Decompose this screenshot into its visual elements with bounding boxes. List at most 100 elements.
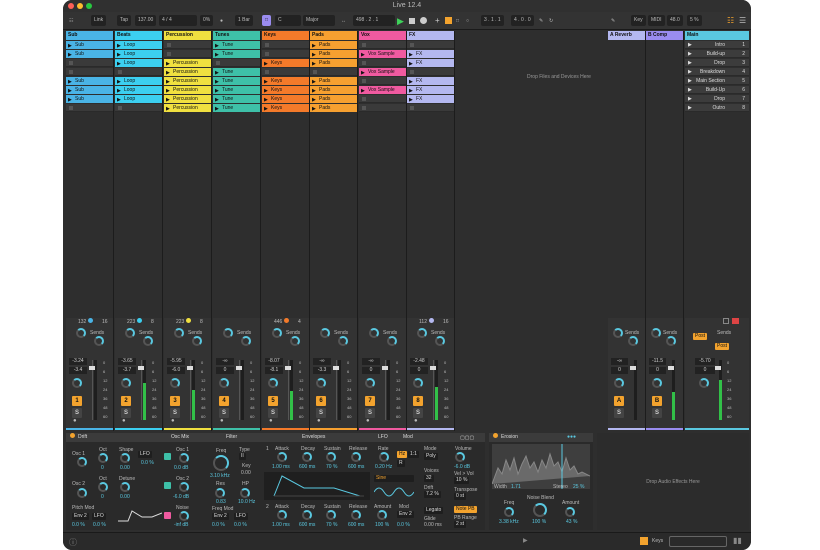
- volume-readout[interactable]: -∞: [362, 358, 380, 365]
- return-activator-button[interactable]: A: [614, 396, 624, 406]
- main-track-header[interactable]: Main: [685, 31, 749, 40]
- send-b-knob[interactable]: [387, 336, 397, 346]
- main-volume-readout[interactable]: -5.70: [695, 358, 715, 365]
- freq-mod-amount-1[interactable]: 0.0 %: [212, 522, 225, 528]
- clip-play-icon[interactable]: ▶: [166, 105, 170, 112]
- track-activator-button[interactable]: 5: [268, 396, 278, 406]
- clip-slot[interactable]: ▶ Tune: [213, 86, 260, 94]
- empty-clip-slot[interactable]: [115, 68, 162, 76]
- clip-slot[interactable]: ▶ Pads: [310, 59, 357, 67]
- clip-slot[interactable]: ▶ Percussion: [164, 95, 211, 103]
- main-window-icon[interactable]: [723, 318, 729, 324]
- clip-play-icon[interactable]: ▶: [215, 96, 219, 103]
- empty-clip-slot[interactable]: [164, 41, 211, 49]
- clip-stop-icon[interactable]: [362, 43, 366, 47]
- clip-slot[interactable]: ▶ Tune: [213, 68, 260, 76]
- scene-launch-icon[interactable]: ▶: [688, 50, 692, 58]
- osc1-shape-selector[interactable]: [77, 457, 87, 467]
- clip-play-icon[interactable]: ▶: [68, 96, 72, 103]
- clip-slot[interactable]: ▶ Pads: [310, 95, 357, 103]
- volume-readout[interactable]: -11.5: [649, 358, 666, 365]
- clip-slot[interactable]: ▶ Keys: [262, 86, 309, 94]
- clip-slot[interactable]: ▶ Sub: [66, 50, 113, 58]
- midi-map-button[interactable]: MIDI: [648, 15, 665, 26]
- punch-icon[interactable]: □: [456, 12, 459, 30]
- clip-slot[interactable]: ▶ FX: [407, 59, 454, 67]
- solo-button[interactable]: S: [268, 408, 278, 418]
- volume-readout[interactable]: -∞: [611, 358, 628, 365]
- scene-2[interactable]: ▶ Build-up 2: [685, 50, 749, 58]
- arm-icon[interactable]: ●: [122, 418, 126, 424]
- clip-play-icon[interactable]: ▶: [215, 78, 219, 85]
- legato-button[interactable]: Legato: [424, 507, 444, 514]
- send-a-knob[interactable]: [613, 328, 623, 338]
- volume-readout[interactable]: -2.48: [410, 358, 428, 365]
- scene-1[interactable]: ▶ Intro 1: [685, 41, 749, 49]
- osc1-enable-toggle[interactable]: [164, 453, 171, 460]
- clip-slot[interactable]: ▶ Pads: [310, 86, 357, 94]
- clip-slot[interactable]: ▶ Pads: [310, 77, 357, 85]
- clip-slot[interactable]: ▶ Tune: [213, 41, 260, 49]
- pan-knob[interactable]: [652, 378, 662, 388]
- return-activator-button[interactable]: B: [652, 396, 662, 406]
- glide-value[interactable]: 0.00 ms: [424, 522, 442, 528]
- clip-play-icon[interactable]: ▶: [117, 60, 121, 67]
- track-header-keys[interactable]: Keys: [262, 31, 309, 40]
- volume-fader-handle[interactable]: [89, 366, 95, 370]
- clip-stop-icon[interactable]: [362, 79, 366, 83]
- volume-fader-handle[interactable]: [668, 366, 674, 370]
- empty-clip-slot[interactable]: [115, 104, 162, 112]
- vel-vol-field[interactable]: 10 %: [454, 477, 470, 484]
- transpose-field[interactable]: 0 st: [454, 493, 467, 500]
- arm-icon[interactable]: ●: [269, 418, 273, 424]
- clip-play-icon[interactable]: ▶: [166, 69, 170, 76]
- tempo-field[interactable]: 137.00: [135, 15, 157, 26]
- env2-release-knob[interactable]: [351, 510, 361, 520]
- clip-play-icon[interactable]: ▶: [312, 96, 316, 103]
- hp-knob[interactable]: [240, 488, 250, 498]
- track-header-pads[interactable]: Pads: [310, 31, 357, 40]
- clip-slot[interactable]: ▶ FX: [407, 77, 454, 85]
- stereo-value[interactable]: 25 %: [573, 484, 584, 490]
- device-chain-overview[interactable]: [669, 536, 727, 547]
- drift-amount-field[interactable]: 7.2 %: [424, 491, 441, 498]
- empty-clip-slot[interactable]: [262, 68, 309, 76]
- scene-launch-icon[interactable]: ▶: [688, 59, 692, 67]
- empty-clip-slot[interactable]: [262, 50, 309, 58]
- noise-enable-toggle[interactable]: [164, 512, 171, 519]
- osc2-level-knob[interactable]: [179, 482, 189, 492]
- volume-fader-handle[interactable]: [630, 366, 636, 370]
- clip-play-icon[interactable]: ▶: [117, 42, 121, 49]
- clip-play-icon[interactable]: ▶: [312, 42, 316, 49]
- track-header-sub[interactable]: Sub: [66, 31, 113, 40]
- volume-fader-handle[interactable]: [382, 366, 388, 370]
- scene-8[interactable]: ▶ Outro 8: [685, 104, 749, 112]
- clip-slot[interactable]: ▶ Tune: [213, 104, 260, 112]
- solo-button[interactable]: S: [365, 408, 375, 418]
- empty-clip-slot[interactable]: [359, 41, 406, 49]
- clip-slot[interactable]: ▶ Vox Sample: [359, 68, 406, 76]
- scene-launch-icon[interactable]: ▶: [688, 68, 692, 76]
- clip-play-icon[interactable]: ▶: [215, 69, 219, 76]
- send-a-knob[interactable]: [417, 328, 427, 338]
- pitch-mod-lfo-select[interactable]: LFO: [92, 513, 106, 520]
- clip-stop-icon[interactable]: [265, 52, 269, 56]
- clip-slot[interactable]: ▶ Pads: [310, 50, 357, 58]
- clip-play-icon[interactable]: ▶: [117, 51, 121, 58]
- pan-readout[interactable]: 0: [216, 367, 234, 374]
- clip-play-icon[interactable]: ▶: [312, 105, 316, 112]
- stop-button[interactable]: [409, 18, 415, 24]
- info-icon[interactable]: ⓘ: [69, 537, 77, 548]
- send-b-knob[interactable]: [290, 336, 300, 346]
- pan-knob[interactable]: [72, 378, 82, 388]
- clip-slot[interactable]: ▶ Percussion: [164, 77, 211, 85]
- filter-freq-knob[interactable]: [213, 455, 229, 471]
- scene-launch-icon[interactable]: ▶: [688, 41, 692, 49]
- clip-play-icon[interactable]: ▶: [68, 51, 72, 58]
- clip-slot[interactable]: ▶ Percussion: [164, 104, 211, 112]
- main-fader-handle[interactable]: [715, 366, 721, 370]
- send-b-knob[interactable]: [666, 336, 676, 346]
- clip-slot[interactable]: ▶ Tune: [213, 50, 260, 58]
- env1-sustain-knob[interactable]: [326, 452, 336, 462]
- clip-slot[interactable]: ▶ FX: [407, 86, 454, 94]
